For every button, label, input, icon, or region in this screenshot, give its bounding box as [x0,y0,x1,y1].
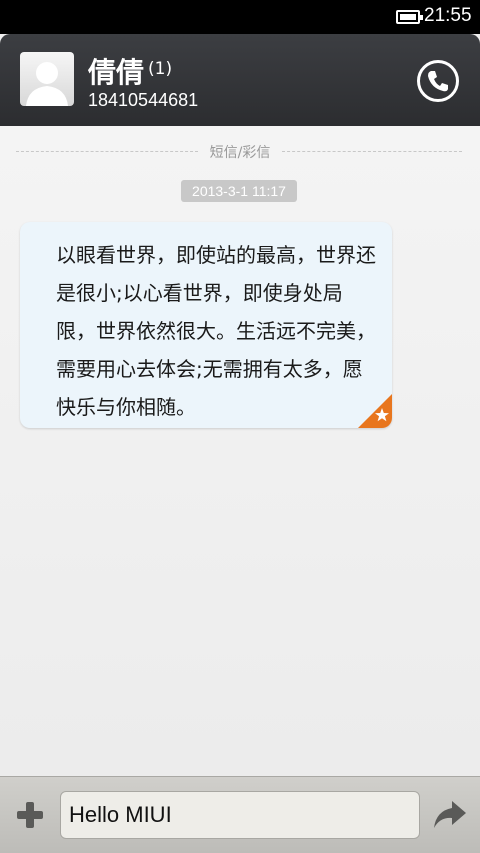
star-icon [358,394,392,428]
message-text: 以眼看世界，即使站的最高，世界还是很小;以心看世界，即使身处局限，世界依然很大。… [56,243,376,419]
battery-icon [396,10,423,24]
unread-count: (1) [148,59,173,79]
divider-line [16,151,198,152]
contact-phone-number: 18410544681 [88,90,199,110]
message-timestamp: 2013-3-1 11:17 [181,180,297,202]
message-input[interactable] [60,791,420,839]
status-bar: 21:55 [0,0,480,34]
message-type-label: 短信/彩信 [209,145,271,161]
compose-bar [0,776,480,853]
default-avatar-icon [26,62,68,106]
status-time: 21:55 [424,5,472,26]
phone-icon [428,71,448,92]
send-arrow-icon [434,801,466,828]
message-thread[interactable]: 短信/彩信 2013-3-1 11:17 以眼看世界，即使站的最高，世界还是很小… [0,126,480,776]
plus-icon [17,802,43,828]
call-button[interactable] [417,60,459,102]
send-button[interactable] [432,799,468,831]
message-bubble[interactable]: 以眼看世界，即使站的最高，世界还是很小;以心看世界，即使身处局限，世界依然很大。… [20,222,392,428]
avatar[interactable] [20,52,74,106]
contact-name: 倩倩 [88,56,145,89]
add-attachment-button[interactable] [14,799,46,831]
divider-line [282,151,462,152]
conversation-header: 倩倩 (1) 18410544681 [0,34,480,126]
